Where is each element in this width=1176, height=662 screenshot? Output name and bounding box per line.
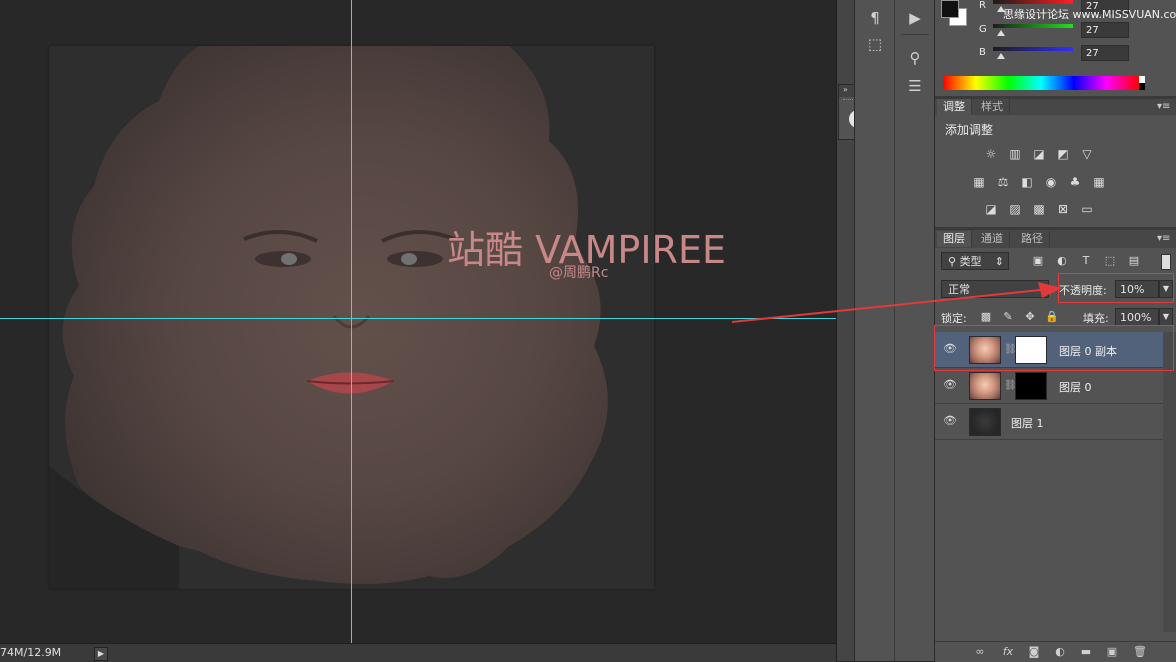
new-group-folder-icon[interactable]: ▬ bbox=[1079, 645, 1093, 659]
channel-b-thumb[interactable] bbox=[997, 53, 1005, 59]
tab-styles[interactable]: 样式 bbox=[975, 99, 1010, 115]
channel-mixer-icon[interactable]: ♣ bbox=[1067, 175, 1083, 189]
toolbar-divider bbox=[901, 34, 929, 35]
color-panel: R 27 思缘设计论坛 www.MISSVUAN.com G 27 B 27 bbox=[935, 0, 1176, 98]
channel-b-label: B bbox=[979, 47, 986, 58]
collapse-arrows-icon[interactable]: » bbox=[843, 85, 848, 94]
selective-color-icon[interactable]: ⊠ bbox=[1055, 202, 1071, 216]
add-mask-icon[interactable]: ◙ bbox=[1027, 645, 1041, 659]
paragraph-icon[interactable]: ¶ bbox=[861, 6, 889, 30]
exposure-icon[interactable]: ◩ bbox=[1055, 147, 1071, 161]
select-arrows-icon: ⇕ bbox=[994, 255, 1004, 268]
horizontal-guide[interactable] bbox=[0, 318, 836, 319]
fill-dropdown-arrow-icon[interactable]: ▼ bbox=[1159, 308, 1173, 326]
status-bar: 74M/12.9M ▶ bbox=[0, 643, 836, 662]
layer-name[interactable]: 图层 0 bbox=[1059, 379, 1092, 395]
fill-input[interactable]: 100% bbox=[1115, 308, 1159, 326]
invert-icon[interactable]: ◪ bbox=[983, 202, 999, 216]
tab-adjustments[interactable]: 调整 bbox=[937, 99, 972, 115]
vibrance-icon[interactable]: ▽ bbox=[1079, 147, 1095, 161]
add-adjustment-heading: 添加调整 bbox=[945, 123, 994, 137]
adjustments-panel: 调整 样式 ▾≡ 添加调整 ☼ ▥ ◪ ◩ ▽ ▦ ⚖ ◧ ◉ ♣ ▦ ◪ ▨ … bbox=[935, 99, 1176, 227]
layer-filter-kind-value: 类型 bbox=[959, 255, 982, 268]
vertical-guide[interactable] bbox=[351, 0, 352, 643]
posterize-icon[interactable]: ▨ bbox=[1007, 202, 1023, 216]
color-balance-icon[interactable]: ⚖ bbox=[995, 175, 1011, 189]
hue-saturation-icon[interactable]: ▦ bbox=[971, 175, 987, 189]
layer-row-layer1[interactable]: 👁 图层 1 bbox=[935, 404, 1163, 440]
channel-g-thumb[interactable] bbox=[997, 30, 1005, 36]
adjustments-tab-bar: 调整 样式 ▾≡ bbox=[935, 99, 1176, 115]
mask-link-icon[interactable]: ⛓ bbox=[1004, 379, 1017, 393]
channel-g-value[interactable]: 27 bbox=[1081, 22, 1129, 38]
layer-thumbnail[interactable] bbox=[969, 408, 1001, 436]
layer-mask-thumbnail-black[interactable] bbox=[1015, 372, 1047, 400]
fill-label: 填充: bbox=[1083, 312, 1109, 325]
layers-scrollbar[interactable] bbox=[1163, 332, 1176, 632]
filter-smart-object-icon[interactable]: ▤ bbox=[1127, 254, 1141, 268]
color-lookup-icon[interactable]: ▦ bbox=[1091, 175, 1107, 189]
channel-g-label: G bbox=[979, 24, 987, 35]
trash-icon[interactable]: 🗑 bbox=[1133, 645, 1147, 659]
tab-layers[interactable]: 图层 bbox=[937, 231, 972, 247]
brightness-contrast-icon[interactable]: ☼ bbox=[983, 147, 999, 161]
threshold-icon[interactable]: ▩ bbox=[1031, 202, 1047, 216]
status-menu-arrow-icon[interactable]: ▶ bbox=[94, 647, 108, 661]
search-icon: ⚲ bbox=[948, 255, 960, 268]
watermark-subtitle: @周鹏Rc bbox=[549, 265, 609, 281]
annotation-box-layer-copy bbox=[934, 325, 1174, 371]
site-watermark: 思缘设计论坛 www.MISSVUAN.com bbox=[1003, 8, 1176, 21]
layers-panel-menu-icon[interactable]: ▾≡ bbox=[1157, 233, 1170, 244]
layer-filter-kind-select[interactable]: ⚲ 类型 ⇕ bbox=[941, 252, 1009, 270]
channel-r-slider[interactable] bbox=[993, 0, 1073, 4]
visibility-eye-icon[interactable]: 👁 bbox=[943, 379, 957, 391]
channel-b-slider[interactable] bbox=[993, 47, 1073, 51]
play-icon[interactable]: ▶ bbox=[901, 6, 929, 30]
link-layers-icon[interactable]: ∞ bbox=[973, 645, 987, 659]
tab-channels[interactable]: 通道 bbox=[975, 231, 1010, 247]
curves-icon[interactable]: ◪ bbox=[1031, 147, 1047, 161]
spectrum-white-swatch[interactable] bbox=[1139, 76, 1145, 83]
collapsed-panel-dock: ¶ ⬚ bbox=[854, 0, 895, 661]
document-size: 74M/12.9M bbox=[0, 646, 62, 659]
document-canvas-area[interactable]: 站酷 VAMPIREE @周鹏Rc bbox=[0, 0, 836, 643]
filter-adjustment-icon[interactable]: ◐ bbox=[1055, 254, 1069, 268]
layer-name[interactable]: 图层 1 bbox=[1011, 415, 1044, 431]
layer-thumbnail[interactable] bbox=[969, 372, 1001, 400]
filter-pixel-icon[interactable]: ▣ bbox=[1031, 254, 1045, 268]
3d-cube-icon[interactable]: ⬚ bbox=[861, 32, 889, 56]
levels-icon[interactable]: ▥ bbox=[1007, 147, 1023, 161]
fill-value: 100% bbox=[1120, 311, 1152, 324]
filter-toggle-switch[interactable] bbox=[1161, 254, 1171, 270]
color-spectrum-bar[interactable] bbox=[943, 76, 1139, 90]
photo-filter-icon[interactable]: ◉ bbox=[1043, 175, 1059, 189]
visibility-eye-icon[interactable]: 👁 bbox=[943, 415, 957, 427]
gradient-map-icon[interactable]: ▭ bbox=[1079, 202, 1095, 216]
filter-type-icon[interactable]: T bbox=[1079, 254, 1093, 268]
foreground-color-swatch-top[interactable] bbox=[941, 0, 959, 18]
properties-sliders-icon[interactable]: ☰ bbox=[901, 74, 929, 98]
black-white-icon[interactable]: ◧ bbox=[1019, 175, 1035, 189]
channel-r-label: R bbox=[979, 0, 986, 11]
filter-shape-icon[interactable]: ⬚ bbox=[1103, 254, 1117, 268]
collapsed-panel-dock-2: ▶ ⚲ ☰ bbox=[894, 0, 935, 661]
brush-preset-icon[interactable]: ⚲ bbox=[901, 46, 929, 70]
layers-footer-toolbar: ∞ fx ◙ ◐ ▬ ▣ 🗑 bbox=[935, 641, 1176, 662]
spectrum-black-swatch[interactable] bbox=[1139, 83, 1145, 90]
layer-row-layer0[interactable]: 👁 ⛓ 图层 0 bbox=[935, 368, 1163, 404]
new-adjustment-layer-icon[interactable]: ◐ bbox=[1053, 645, 1067, 659]
panel-menu-icon[interactable]: ▾≡ bbox=[1157, 101, 1170, 112]
channel-g-slider[interactable] bbox=[993, 24, 1073, 28]
tab-paths[interactable]: 路径 bbox=[1015, 231, 1050, 247]
layer-style-fx-icon[interactable]: fx bbox=[1001, 645, 1015, 659]
new-layer-icon[interactable]: ▣ bbox=[1105, 645, 1119, 659]
layers-tab-bar: 图层 通道 路径 ▾≡ bbox=[935, 230, 1176, 248]
annotation-arrow bbox=[731, 282, 1062, 323]
channel-b-value[interactable]: 27 bbox=[1081, 45, 1129, 61]
